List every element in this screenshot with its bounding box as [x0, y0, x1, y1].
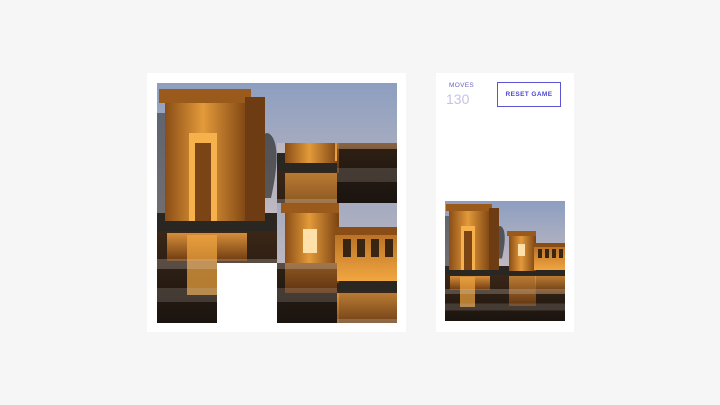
puzzle-tile[interactable]	[277, 143, 337, 203]
empty-slot	[217, 263, 277, 323]
puzzle-tile[interactable]	[337, 143, 397, 203]
puzzle-tile[interactable]	[217, 203, 277, 263]
puzzle-board-card	[147, 73, 406, 332]
puzzle-tile[interactable]	[217, 83, 277, 143]
solution-preview-image	[445, 201, 565, 321]
puzzle-tile[interactable]	[157, 203, 217, 263]
moves-counter: 130	[446, 91, 470, 107]
puzzle-tile[interactable]	[277, 203, 337, 263]
puzzle-board	[157, 83, 397, 323]
puzzle-tile[interactable]	[337, 83, 397, 143]
puzzle-tile[interactable]	[337, 203, 397, 263]
puzzle-tile[interactable]	[277, 263, 337, 323]
reset-game-button[interactable]: RESET GAME	[497, 82, 561, 107]
puzzle-tile[interactable]	[337, 263, 397, 323]
moves-label: MOVES	[449, 82, 474, 89]
puzzle-tile[interactable]	[277, 83, 337, 143]
puzzle-tile[interactable]	[157, 263, 217, 323]
game-panel: MOVES 130 RESET GAME	[436, 73, 574, 332]
puzzle-tile[interactable]	[157, 143, 217, 203]
puzzle-tile[interactable]	[157, 83, 217, 143]
puzzle-tile[interactable]	[217, 143, 277, 203]
